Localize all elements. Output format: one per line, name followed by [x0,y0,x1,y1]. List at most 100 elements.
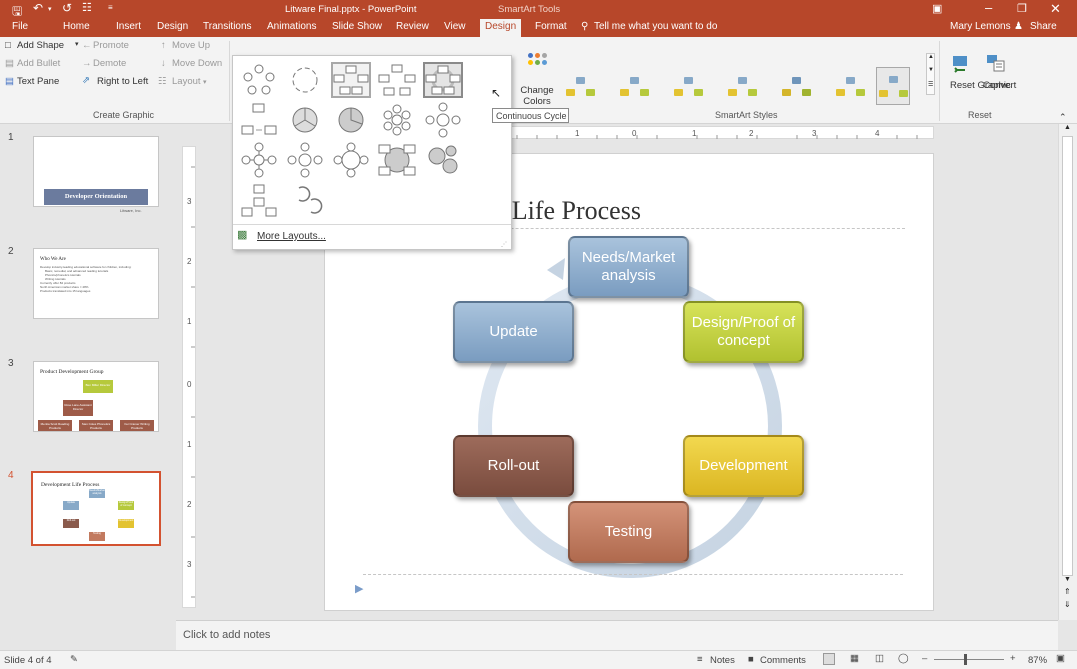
add-bullet-button[interactable]: Add Bullet [17,58,60,69]
normal-view-icon[interactable] [823,653,835,665]
zoom-slider[interactable] [934,659,1004,660]
fit-slide-icon[interactable]: ▣ [1056,653,1065,664]
style-thumbnail[interactable] [726,67,760,105]
present-icon[interactable]: ☷ [82,1,92,14]
comments-button[interactable]: Comments [760,655,806,666]
layout-continuous-cycle[interactable] [423,62,463,98]
layout-diverging-radial[interactable] [285,142,325,178]
tab-format[interactable]: Format [535,21,567,32]
zoom-in-icon[interactable]: + [1010,653,1016,664]
layout-multidirectional-cycle[interactable] [239,102,279,138]
layout-nondirectional-cycle[interactable] [377,62,417,98]
cycle-box-development[interactable]: Development [683,435,804,497]
style-thumbnail[interactable] [672,67,706,105]
convert-icon[interactable] [985,54,1007,74]
style-thumbnail[interactable] [618,67,652,105]
layout-button[interactable]: Layout [172,76,201,87]
chevron-down-icon[interactable]: ▼ [928,67,934,73]
layout-basic-pie[interactable] [331,102,371,138]
notes-button[interactable]: Notes [710,655,735,666]
right-to-left-button[interactable]: Right to Left [97,76,148,87]
reset-graphic-icon[interactable] [951,54,973,74]
slide-thumbnail-3[interactable]: Product Development Group Ben Miller Dir… [33,361,159,432]
collapse-ribbon-icon[interactable]: ⌃ [1059,112,1067,123]
scroll-up-icon[interactable]: ▲ [1064,124,1071,131]
vertical-scrollbar[interactable]: ▲ ▼ ⇑ ⇓ [1058,124,1077,620]
layout-circle-arrow-process[interactable] [285,182,325,218]
restore-icon[interactable]: ❐ [1017,2,1027,15]
redo-icon[interactable]: ↺ [62,1,72,15]
notes-icon[interactable]: ≡ [697,654,703,665]
layout-text-cycle[interactable] [285,62,325,98]
tab-review[interactable]: Review [396,21,429,32]
share-button[interactable]: Share [1030,21,1057,32]
tab-insert[interactable]: Insert [116,21,141,32]
layout-radial-cluster[interactable] [239,182,279,218]
style-thumbnail[interactable] [780,67,814,105]
tab-animations[interactable]: Animations [267,21,316,32]
style-thumbnail[interactable] [564,67,598,105]
close-icon[interactable]: ✕ [1050,1,1061,17]
cycle-box-update[interactable]: Update [453,301,574,363]
tab-smartart-design[interactable]: Design [480,19,522,37]
layout-hexagon-radial[interactable] [377,102,417,138]
tab-design[interactable]: Design [157,21,188,32]
color-dots-icon[interactable] [526,53,550,73]
undo-icon[interactable]: ↶ [33,1,43,15]
layout-gear[interactable] [423,142,463,178]
slide-thumbnail-4[interactable]: Development Life Process Needs/Market an… [31,471,161,546]
layout-basic-cycle[interactable] [239,62,279,98]
convert-button[interactable]: Convert [983,80,1016,91]
cycle-box-design-proof[interactable]: Design/Proof of concept [683,301,804,363]
share-icon[interactable]: ♟ [1014,21,1023,32]
style-thumbnail-selected[interactable] [876,67,910,105]
demote-button[interactable]: Demote [93,58,126,69]
slide-thumbnail-1[interactable]: Developer Orientation Litware, Inc. [33,136,159,213]
cycle-box-roll-out[interactable]: Roll-out [453,435,574,497]
slide-show-icon[interactable]: ◯ [898,653,909,664]
tab-file[interactable]: File [12,21,28,32]
text-pane-button[interactable]: Text Pane [17,76,59,87]
style-thumbnail[interactable] [834,67,868,105]
reading-view-icon[interactable]: ◫ [875,653,884,664]
zoom-slider-thumb[interactable] [964,654,967,665]
tab-slide-show[interactable]: Slide Show [332,21,382,32]
tab-transitions[interactable]: Transitions [203,21,252,32]
tab-home[interactable]: Home [63,21,90,32]
scroll-thumb[interactable] [1062,136,1073,576]
more-layouts-link[interactable]: More Layouts... [257,231,326,242]
undo-dropdown-icon[interactable]: ▾ [48,5,52,13]
resize-grip-icon[interactable]: ⋰ [501,241,507,248]
slide-sorter-icon[interactable]: ▦ [850,653,859,664]
ribbon-display-icon[interactable]: ▣ [932,2,942,15]
tab-view[interactable]: View [444,21,466,32]
move-up-button[interactable]: Move Up [172,40,210,51]
cycle-box-testing[interactable]: Testing [568,501,689,563]
more-icon[interactable]: ☰ [928,81,933,88]
add-shape-button[interactable]: Add Shape [17,40,64,51]
notes-pane[interactable]: Click to add notes [176,620,1058,650]
slide-thumbnail-2[interactable]: Who We Are Develop industry-leading educ… [33,248,159,319]
cycle-box-needs-market[interactable]: Needs/Market analysis [568,236,689,298]
change-colors-button[interactable]: Change Colors [519,85,555,107]
move-down-button[interactable]: Move Down [172,58,222,69]
minimize-icon[interactable]: – [985,0,992,15]
layout-radial-venn[interactable] [331,142,371,178]
notes-placeholder[interactable]: Click to add notes [183,629,270,641]
previous-slide-icon[interactable]: ⇑ [1064,587,1071,596]
layout-cycle-matrix[interactable] [377,142,417,178]
gallery-scroll[interactable]: ▲ ▼ ☰ [926,53,935,95]
promote-button[interactable]: Promote [93,40,129,51]
layout-block-cycle[interactable] [331,62,371,98]
next-slide-icon[interactable]: ⇓ [1064,600,1071,609]
spelling-icon[interactable]: ✎ [70,654,78,665]
layout-segmented-cycle[interactable] [285,102,325,138]
user-name[interactable]: Mary Lemons [950,21,1011,32]
chevron-up-icon[interactable]: ▲ [928,54,934,60]
comments-icon[interactable]: ■ [748,654,754,665]
layout-radial-cycle[interactable] [423,102,463,138]
zoom-level[interactable]: 87% [1028,655,1047,666]
chevron-down-icon[interactable]: ▾ [75,40,79,48]
layout-basic-radial[interactable] [239,142,279,178]
customize-icon[interactable]: ≡ [108,3,113,12]
